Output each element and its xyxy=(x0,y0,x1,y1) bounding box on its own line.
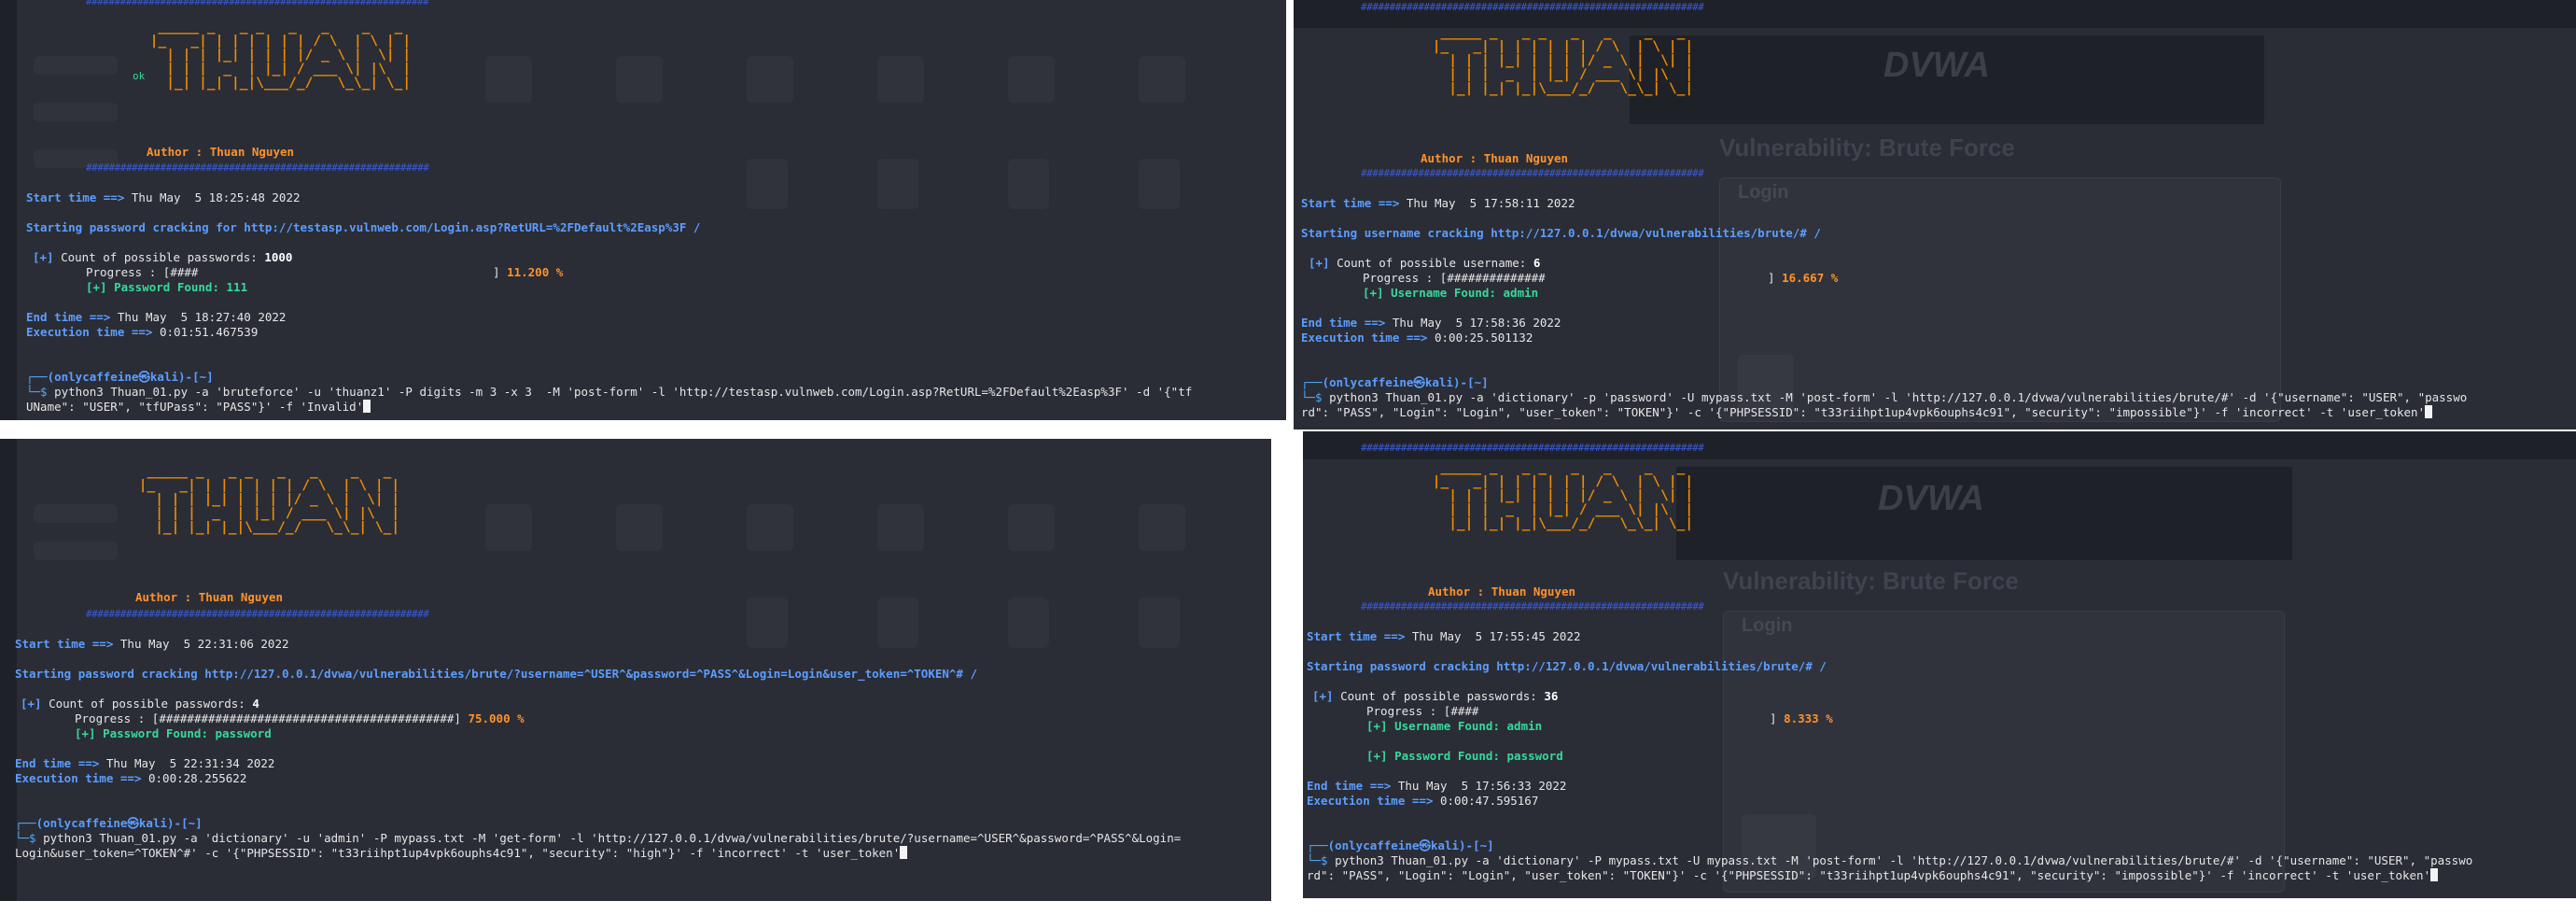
progress-end: ] 11.200 % xyxy=(493,265,564,279)
command-line-2[interactable]: rd": "PASS", "Login": "Login", "user_tok… xyxy=(1307,868,2439,883)
command-line-2[interactable]: UName": "USER", "tfUPass": "PASS"}' -f '… xyxy=(26,400,371,415)
start-time-line: Start time ==> Thu May 5 22:31:06 2022 xyxy=(15,637,289,651)
password-found-line: [+] Password Found: 111 xyxy=(86,280,248,294)
banner-hash-bottom: ########################################… xyxy=(86,608,429,620)
shell-prompt: ┌──(onlycaffeine㉿kali)-[~] xyxy=(15,816,203,830)
banner-hash-top: ########################################… xyxy=(1361,1,1704,13)
shell-prompt: ┌──(onlycaffeine㉿kali)-[~] xyxy=(26,370,214,384)
terminal-cursor xyxy=(2425,405,2433,418)
progress-bar: #### xyxy=(170,265,199,279)
progress-percent: 75.000 % xyxy=(468,711,525,725)
start-time-value: Thu May 5 18:25:48 2022 xyxy=(131,190,301,204)
end-time-line: End time ==> Thu May 5 22:31:34 2022 xyxy=(15,756,275,770)
shell-prompt: ┌──(onlycaffeine㉿kali)-[~] xyxy=(1301,375,1489,389)
command-line-1[interactable]: └─$ python3 Thuan_01.py -a 'dictionary' … xyxy=(15,831,1181,846)
command-line-2[interactable]: Login&user_token=^TOKEN^#' -c '{"PHPSESS… xyxy=(15,846,908,861)
shell-prompt: ┌──(onlycaffeine㉿kali)-[~] xyxy=(1307,838,1494,852)
banner-hash-top: ########################################… xyxy=(86,0,429,7)
banner-ascii-art: _____ _ _ _ _ _ _ _ |_ _| | | | | | | / … xyxy=(1432,460,1694,531)
terminal-cursor xyxy=(2430,868,2439,881)
starting-line: Starting password cracking for http://te… xyxy=(26,220,701,234)
progress-line: Progress : [############## xyxy=(1363,271,1546,285)
progress-percent: 11.200 % xyxy=(507,265,564,279)
progress-end: ] 8.333 % xyxy=(1770,711,1833,725)
author-line: Author : Thuan Nguyen xyxy=(1421,151,1569,165)
banner-ascii-art: _____ _ _ _ _ _ _ _ |_ _| | | | | | | / … xyxy=(1432,25,1694,96)
password-found-line: [+] Password Found: password xyxy=(75,726,272,740)
banner-hash-bottom: ########################################… xyxy=(1361,167,1704,179)
username-found-line: [+] Username Found: admin xyxy=(1363,286,1539,300)
username-found-line: [+] Username Found: admin xyxy=(1366,719,1543,733)
starting-line: Starting password cracking http://127.0.… xyxy=(1307,659,1827,673)
password-found-line: [+] Password Found: password xyxy=(1366,749,1563,763)
terminal-pane-top-left[interactable]: ok #####################################… xyxy=(0,0,1286,420)
end-time-line: End time ==> Thu May 5 18:27:40 2022 xyxy=(26,310,287,324)
terminal-pane-top-right[interactable]: DVWA Vulnerability: Brute Force Login ##… xyxy=(1294,0,2576,429)
progress-end: ] 16.667 % xyxy=(1768,271,1839,285)
terminal-cursor xyxy=(363,400,371,413)
progress-percent: 8.333 % xyxy=(1784,711,1833,725)
author-line: Author : Thuan Nguyen xyxy=(147,145,295,159)
starting-line: Starting username cracking http://127.0.… xyxy=(1301,226,1821,240)
command-line-1[interactable]: └─$ python3 Thuan_01.py -a 'bruteforce' … xyxy=(26,385,1192,400)
count-value: 1000 xyxy=(264,250,293,264)
count-line: [+] Count of possible passwords: 4 xyxy=(21,697,259,711)
terminal-cursor xyxy=(900,846,908,859)
terminal-pane-bottom-right[interactable]: DVWA Vulnerability: Brute Force Login ##… xyxy=(1303,431,2576,898)
count-line: [+] Count of possible passwords: 36 xyxy=(1312,689,1559,703)
end-time-line: End time ==> Thu May 5 17:56:33 2022 xyxy=(1307,779,1567,793)
banner-ascii-art: _____ _ _ _ _ _ _ _ |_ _| | | | | | | / … xyxy=(138,464,400,535)
banner-ascii-art: _____ _ _ _ _ _ _ _ |_ _| | | | | | | / … xyxy=(149,20,412,91)
exec-time-line: Execution time ==> 0:00:47.595167 xyxy=(1307,794,1539,808)
progress-line: Progress : [#### xyxy=(86,265,199,279)
command-line-1[interactable]: └─$ python3 Thuan_01.py -a 'dictionary' … xyxy=(1301,390,2467,405)
progress-line: Progress : [#### xyxy=(1366,704,1479,718)
start-time-line: Start time ==> Thu May 5 17:55:45 2022 xyxy=(1307,629,1581,643)
banner-hash-bottom: ########################################… xyxy=(86,162,429,174)
exec-time-line: Execution time ==> 0:00:28.255622 xyxy=(15,771,247,785)
password-found-value: 111 xyxy=(226,280,248,294)
exec-time-line: Execution time ==> 0:01:51.467539 xyxy=(26,325,259,339)
start-time-line: Start time ==> Thu May 5 18:25:48 2022 xyxy=(26,190,301,204)
count-line: [+] Count of possible username: 6 xyxy=(1309,256,1541,270)
starting-line: Starting password cracking http://127.0.… xyxy=(15,667,978,681)
banner-hash-top: ########################################… xyxy=(1361,442,1704,454)
command-line-2[interactable]: rd": "PASS", "Login": "Login", "user_tok… xyxy=(1301,405,2433,420)
progress-percent: 16.667 % xyxy=(1782,271,1839,285)
banner-hash-bottom: ########################################… xyxy=(1361,600,1704,612)
end-time-line: End time ==> Thu May 5 17:58:36 2022 xyxy=(1301,316,1561,330)
count-line: [+] Count of possible passwords: 1000 xyxy=(33,250,293,264)
author-line: Author : Thuan Nguyen xyxy=(1428,584,1576,598)
terminal-pane-bottom-left[interactable]: _____ _ _ _ _ _ _ _ |_ _| | | | | | | / … xyxy=(0,439,1271,901)
exec-time-line: Execution time ==> 0:00:25.501132 xyxy=(1301,331,1533,345)
start-time-line: Start time ==> Thu May 5 17:58:11 2022 xyxy=(1301,196,1575,210)
author-line: Author : Thuan Nguyen xyxy=(135,590,284,604)
progress-line: Progress : [############################… xyxy=(75,711,525,725)
command-line-1[interactable]: └─$ python3 Thuan_01.py -a 'dictionary' … xyxy=(1307,853,2472,868)
